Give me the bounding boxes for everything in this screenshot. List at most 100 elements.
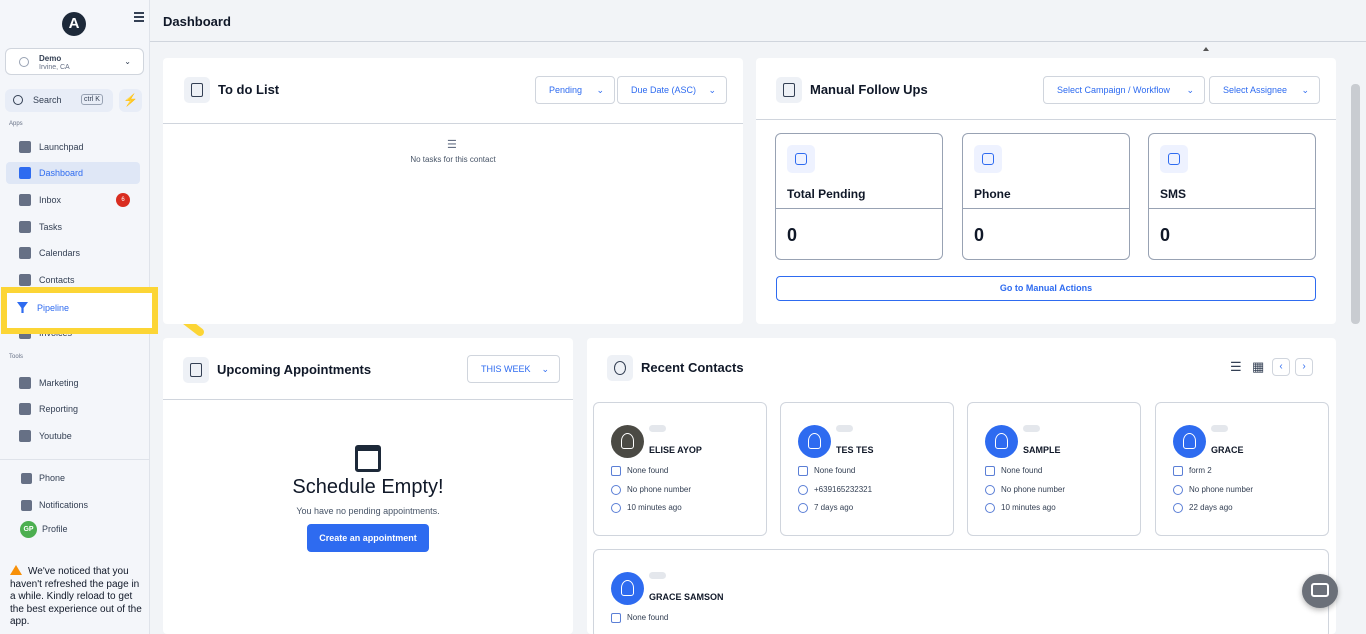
followups-title: Manual Follow Ups <box>810 82 928 97</box>
todo-status-filter[interactable]: Pending ⌄ <box>535 76 615 104</box>
stat-label: Total Pending <box>787 187 866 201</box>
refresh-warning[interactable]: We've noticed that you haven't refreshed… <box>10 565 144 629</box>
building-icon <box>985 466 995 476</box>
quick-actions-bolt-icon[interactable]: ⚡ <box>119 89 142 112</box>
sidebar-item-label: Tasks <box>39 222 63 232</box>
search-label: Search <box>33 95 62 105</box>
app-logo[interactable]: A <box>62 12 86 36</box>
chat-icon <box>1311 583 1329 597</box>
contact-card[interactable]: GRACE form 2 No phone number 22 days ago <box>1155 402 1329 536</box>
contact-source-text: form 2 <box>1189 466 1212 476</box>
go-to-manual-actions-button[interactable]: Go to Manual Actions <box>776 276 1316 301</box>
recent-contacts-title: Recent Contacts <box>641 360 744 375</box>
divider <box>163 399 573 400</box>
sidebar-profile[interactable]: GP Profile <box>20 521 68 538</box>
checklist-icon <box>184 77 210 103</box>
todo-sort-filter[interactable]: Due Date (ASC) ⌄ <box>617 76 727 104</box>
appointments-range-select[interactable]: THIS WEEK ⌄ <box>467 355 560 383</box>
todo-title: To do List <box>218 82 280 97</box>
campaign-select-placeholder: Select Campaign / Workflow <box>1057 85 1170 95</box>
stat-card-phone[interactable]: Phone 0 <box>962 133 1130 260</box>
building-icon <box>1173 466 1183 476</box>
sidebar-item-marketing[interactable]: Marketing <box>6 372 140 394</box>
grid-view-icon[interactable]: ▦ <box>1252 359 1264 375</box>
building-icon <box>611 613 621 623</box>
contact-time-text: 7 days ago <box>814 503 854 513</box>
sidebar-item-dashboard[interactable]: Dashboard <box>6 162 140 184</box>
divider <box>963 208 1129 209</box>
campaign-workflow-select[interactable]: Select Campaign / Workflow ⌄ <box>1043 76 1205 104</box>
contact-time-text: 22 days ago <box>1189 503 1233 513</box>
todo-status-value: Pending <box>549 85 583 95</box>
sidebar-item-calendars[interactable]: Calendars <box>6 242 140 264</box>
apps-section-label: Apps <box>9 121 23 127</box>
contact-tag <box>1211 425 1228 432</box>
clock-icon <box>798 503 808 513</box>
phone-icon <box>985 485 995 495</box>
chevron-down-icon: ⌄ <box>708 85 716 95</box>
contact-phone: +639165232321 <box>798 485 872 495</box>
phone-label: Phone <box>39 473 66 483</box>
inbox-count-badge: 6 <box>116 193 130 207</box>
sidebar-item-label: Pipeline <box>37 303 70 313</box>
page-title: Dashboard <box>163 14 231 29</box>
sidebar-notifications[interactable]: Notifications <box>21 500 88 512</box>
phone-icon <box>21 473 32 485</box>
contact-time: 10 minutes ago <box>985 503 1056 513</box>
funnel-icon <box>17 302 28 313</box>
contact-tag <box>649 572 666 579</box>
divider <box>1149 208 1315 209</box>
clock-icon <box>611 503 621 513</box>
scrollbar[interactable] <box>1351 84 1360 324</box>
contact-source-text: None found <box>1001 466 1043 476</box>
stat-value: 0 <box>787 225 798 245</box>
sidebar-divider <box>0 459 149 460</box>
contact-card[interactable]: SAMPLE None found No phone number 10 min… <box>967 402 1141 536</box>
location-name: Demo <box>39 54 62 63</box>
contact-time: 22 days ago <box>1173 503 1233 513</box>
contact-name: ELISE AYOP <box>649 445 702 455</box>
refresh-warning-text: We've noticed that you haven't refreshed… <box>10 566 142 627</box>
building-icon <box>798 466 808 476</box>
sidebar-item-pipeline[interactable]: Pipeline <box>1 287 158 334</box>
list-view-icon[interactable]: ☰ <box>1230 359 1242 375</box>
chart-pie-icon <box>19 403 31 415</box>
sidebar-item-reporting[interactable]: Reporting <box>6 398 140 420</box>
assignee-select[interactable]: Select Assignee ⌄ <box>1209 76 1320 104</box>
contact-phone: No phone number <box>985 485 1065 495</box>
schedule-empty-subtitle: You have no pending appointments. <box>296 506 440 516</box>
location-switcher[interactable]: Demo Irvine, CA ⌄ <box>5 48 144 75</box>
scroll-up-arrow-icon[interactable] <box>1203 47 1209 51</box>
sidebar-item-tasks[interactable]: Tasks <box>6 216 140 238</box>
contact-tag <box>1023 425 1040 432</box>
contact-source: form 2 <box>1173 466 1212 476</box>
stat-label: Phone <box>974 187 1011 201</box>
chat-widget-button[interactable] <box>1302 574 1338 608</box>
stat-card-total-pending[interactable]: Total Pending 0 <box>775 133 943 260</box>
contact-phone: No phone number <box>1173 485 1253 495</box>
phone-icon <box>1173 485 1183 495</box>
phone-icon <box>798 485 808 495</box>
search-button[interactable]: Search ctrl K <box>5 89 113 112</box>
stat-card-sms[interactable]: SMS 0 <box>1148 133 1316 260</box>
contact-card[interactable]: TES TES None found +639165232321 7 days … <box>780 402 954 536</box>
sidebar-item-inbox[interactable]: Inbox 6 <box>6 189 140 211</box>
contact-time: 7 days ago <box>798 503 853 513</box>
sidebar-item-label: Youtube <box>39 431 72 441</box>
sidebar-phone[interactable]: Phone <box>21 473 66 485</box>
sidebar-item-youtube[interactable]: Youtube <box>6 425 140 447</box>
next-page-button[interactable]: › <box>1295 358 1313 376</box>
contact-time: 10 minutes ago <box>611 503 682 513</box>
phone-icon <box>611 485 621 495</box>
contact-card[interactable]: GRACE SAMSON None found <box>593 549 1329 634</box>
sidebar-item-launchpad[interactable]: Launchpad <box>6 136 140 158</box>
chevron-down-icon: ⌄ <box>1301 85 1309 95</box>
calendar-icon <box>19 247 31 259</box>
create-appointment-button[interactable]: Create an appointment <box>307 524 429 552</box>
contact-source: None found <box>985 466 1042 476</box>
previous-page-button[interactable]: ‹ <box>1272 358 1290 376</box>
contact-card[interactable]: ELISE AYOP None found No phone number 10… <box>593 402 767 536</box>
collapse-sidebar-icon[interactable] <box>134 12 144 22</box>
inbox-icon <box>19 194 31 206</box>
message-icon <box>1160 145 1188 173</box>
